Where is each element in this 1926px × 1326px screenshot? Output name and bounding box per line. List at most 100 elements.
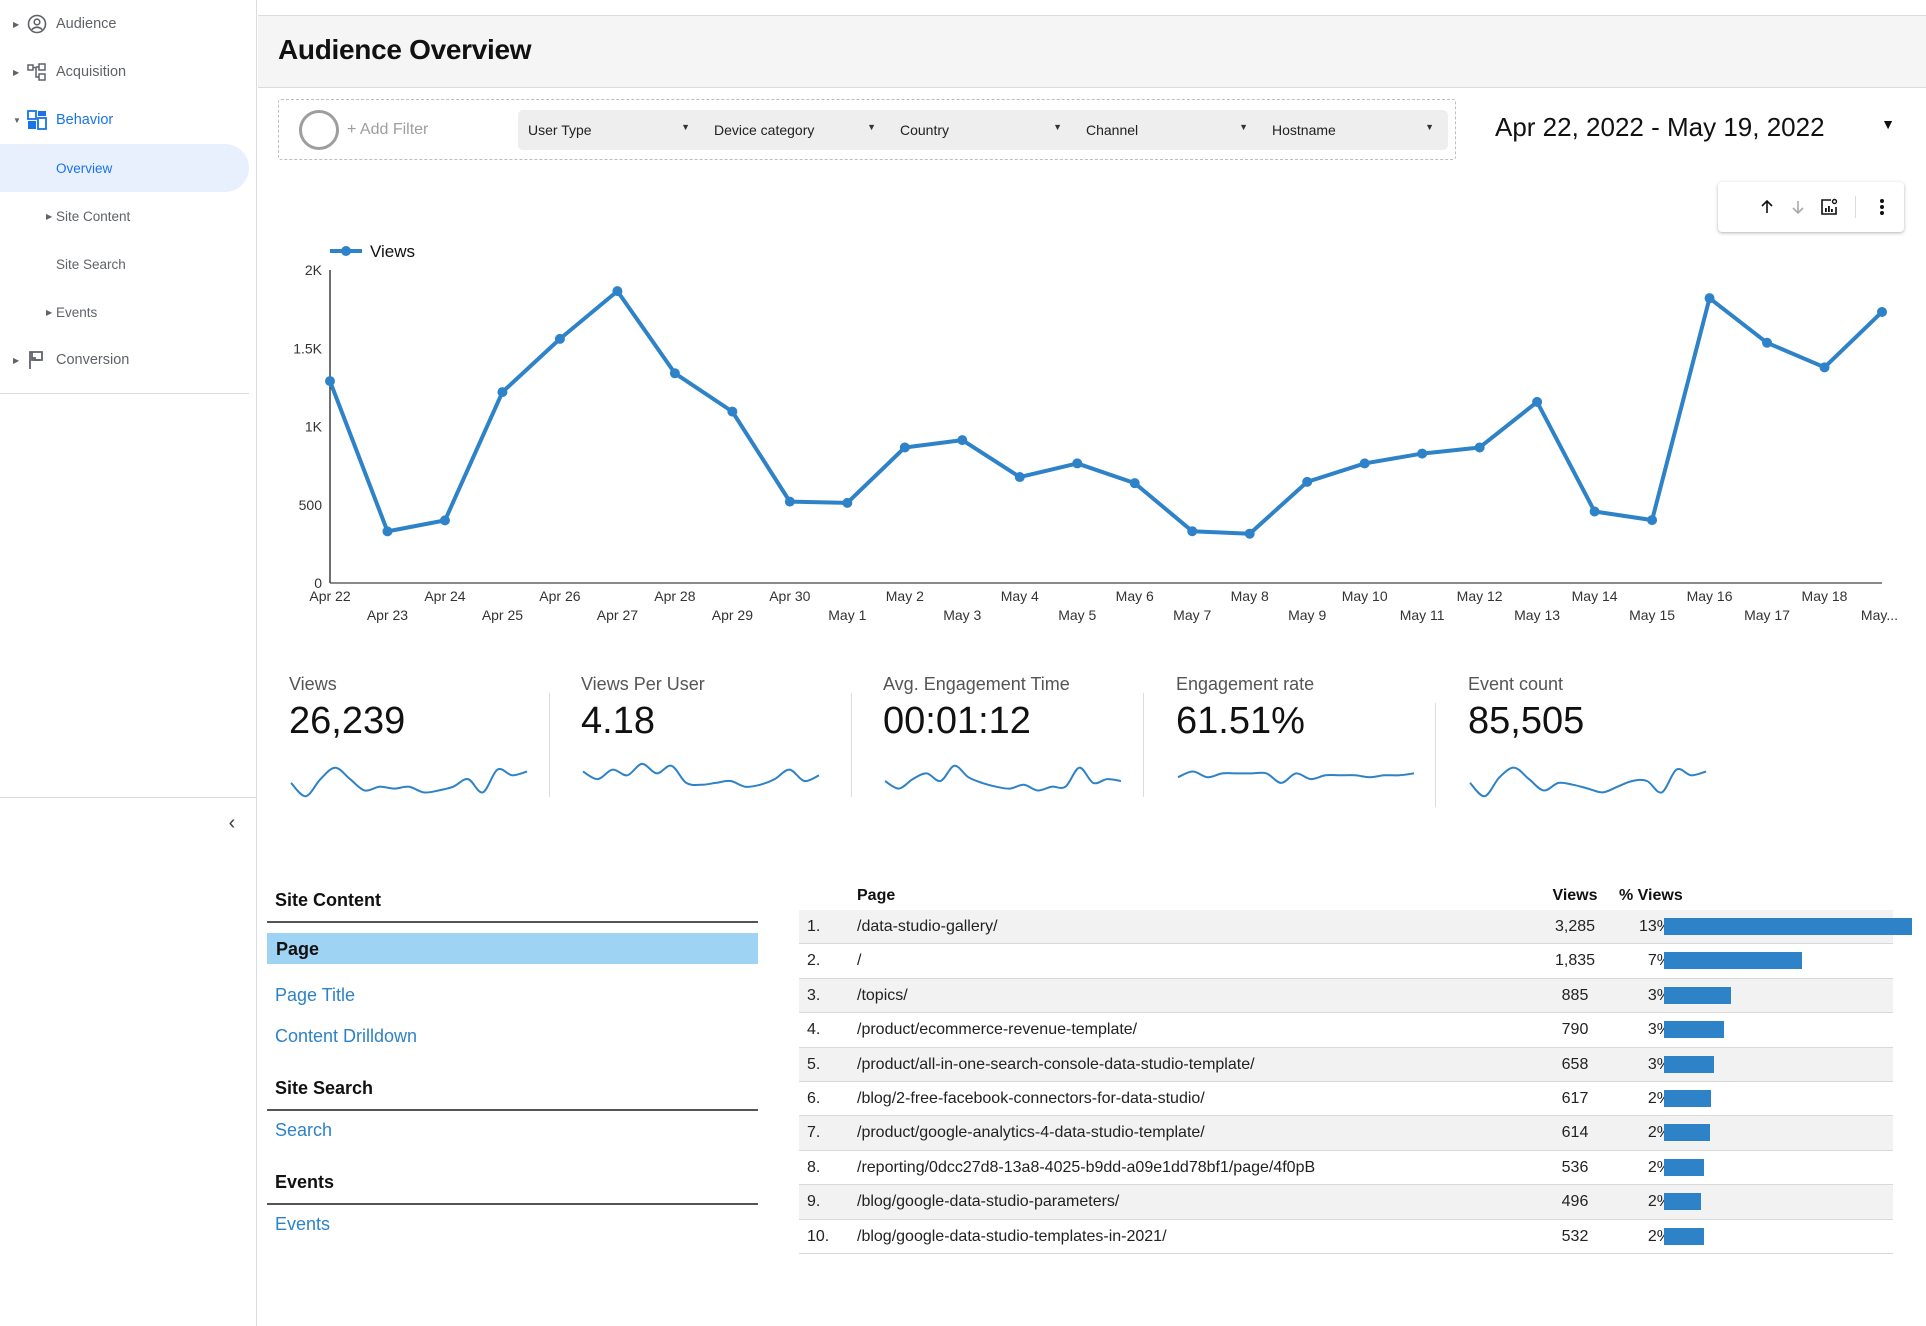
- scorecard-event-count[interactable]: Event count 85,505: [1468, 670, 1728, 820]
- collapse-sidebar-button[interactable]: ‹: [220, 811, 244, 835]
- page-path: /: [857, 952, 862, 970]
- nav-link-search[interactable]: Search: [275, 1120, 332, 1141]
- sidebar-item-audience[interactable]: ▶ Audience: [0, 0, 249, 48]
- series-views: [325, 286, 1887, 539]
- chart-settings-button[interactable]: [1817, 195, 1841, 219]
- data-point[interactable]: [1072, 458, 1083, 469]
- filter-country[interactable]: Country ▼: [890, 110, 1076, 150]
- data-point[interactable]: [382, 526, 393, 537]
- section-divider: [267, 921, 758, 923]
- data-point[interactable]: [1647, 515, 1658, 526]
- sidebar-item-label: Site Content: [56, 208, 131, 224]
- data-point[interactable]: [1359, 458, 1370, 469]
- data-point[interactable]: [439, 515, 450, 526]
- row-number: 3.: [807, 986, 821, 1004]
- column-header-pct-views[interactable]: % Views: [1619, 887, 1683, 905]
- data-point[interactable]: [1532, 396, 1543, 407]
- row-number: 10.: [807, 1227, 830, 1245]
- data-point[interactable]: [1762, 337, 1773, 348]
- sidebar-item-label: Behavior: [56, 112, 114, 128]
- data-point[interactable]: [1704, 293, 1715, 304]
- data-point[interactable]: [1014, 472, 1025, 483]
- data-point[interactable]: [1877, 306, 1887, 317]
- sidebar-item-site-search[interactable]: Site Search: [0, 240, 249, 288]
- sidebar-item-events[interactable]: ▶ Events: [0, 288, 249, 336]
- scorecard-value: 00:01:12: [883, 700, 1031, 742]
- sidebar-item-behavior[interactable]: ▼ Behavior: [0, 96, 249, 144]
- page-path: /product/all-in-one-search-console-data-…: [857, 1055, 1255, 1073]
- row-number: 8.: [807, 1158, 821, 1176]
- caret-down-icon: ▼: [13, 115, 21, 125]
- data-point[interactable]: [669, 368, 680, 379]
- table-row[interactable]: 4./product/ecommerce-revenue-template/79…: [799, 1013, 1893, 1048]
- data-point[interactable]: [1474, 442, 1485, 453]
- data-point[interactable]: [554, 333, 565, 344]
- data-point[interactable]: [842, 497, 853, 508]
- nav-link-page-title[interactable]: Page Title: [275, 985, 355, 1006]
- scorecard-divider: [1435, 703, 1436, 807]
- table-row[interactable]: 3./topics/885 3%: [799, 978, 1893, 1014]
- x-tick-label: Apr 26: [539, 588, 580, 604]
- data-point[interactable]: [325, 376, 335, 387]
- more-options-button[interactable]: [1870, 195, 1894, 219]
- data-point[interactable]: [497, 387, 508, 398]
- filter-channel[interactable]: Channel ▼: [1076, 110, 1262, 150]
- scorecard-value: 26,239: [289, 700, 406, 742]
- data-point[interactable]: [612, 286, 623, 297]
- column-header-views[interactable]: Views: [1519, 887, 1631, 905]
- sidebar-item-conversion[interactable]: ▶ Conversion: [0, 336, 249, 384]
- data-point[interactable]: [1187, 526, 1198, 537]
- data-point[interactable]: [1819, 362, 1830, 373]
- x-tick-label: May 3: [943, 607, 981, 623]
- table-row[interactable]: 2./1,835 7%: [799, 944, 1893, 979]
- table-row[interactable]: 8. /reporting/0dcc27d8-13a8-4025-b9dd-a09…: [799, 1151, 1893, 1186]
- sidebar-item-label: Events: [56, 304, 98, 320]
- pct-views-bar: [1664, 986, 1731, 1004]
- table-row[interactable]: 5. /product/all-in-one-search-console-dat…: [799, 1047, 1893, 1082]
- table-row[interactable]: 10. /blog/google-data-studio-templates-in…: [799, 1220, 1893, 1254]
- table-row[interactable]: 7. /product/google-analytics-4-data-studi…: [799, 1116, 1893, 1151]
- column-header-page[interactable]: Page: [857, 887, 895, 905]
- nav-link-content-drilldown[interactable]: Content Drilldown: [275, 1026, 417, 1047]
- filter-hostname[interactable]: Hostname ▼: [1262, 110, 1448, 150]
- sidebar-item-overview[interactable]: Overview: [0, 144, 249, 192]
- data-point[interactable]: [1417, 448, 1428, 459]
- scorecard-views-per-user[interactable]: Views Per User 4.18: [581, 670, 841, 820]
- scorecard-value: 61.51%: [1176, 700, 1305, 742]
- table-row[interactable]: 1./data-studio-gallery/3,285 13%: [799, 910, 1912, 945]
- data-point[interactable]: [727, 406, 738, 417]
- caret-down-icon: ▼: [1239, 122, 1248, 132]
- more-vert-icon: [1880, 199, 1884, 215]
- sidebar-item-label: Overview: [56, 160, 113, 176]
- sidebar-item-site-content[interactable]: ▶ Site Content: [0, 192, 249, 240]
- scorecard-views[interactable]: Views 26,239: [289, 670, 549, 820]
- data-point[interactable]: [784, 496, 795, 507]
- nav-link-events[interactable]: Events: [275, 1214, 330, 1235]
- pct-views-value: 2%: [1647, 1227, 1671, 1245]
- date-range-picker[interactable]: Apr 22, 2022 - May 19, 2022 ▼: [1495, 108, 1905, 148]
- section-divider: [267, 1203, 758, 1205]
- nav-link-page[interactable]: Page: [267, 933, 758, 964]
- data-point[interactable]: [957, 435, 968, 446]
- filter-device-category[interactable]: Device category ▼: [704, 110, 890, 150]
- data-point[interactable]: [1302, 476, 1313, 487]
- x-tick-label: May 12: [1457, 588, 1503, 604]
- scorecard-engagement-rate[interactable]: Engagement rate 61.51%: [1176, 670, 1436, 820]
- sort-descending-button[interactable]: [1786, 195, 1810, 219]
- sidebar-item-acquisition[interactable]: ▶ Acquisition: [0, 48, 249, 96]
- data-point[interactable]: [1129, 478, 1140, 489]
- scorecard-avg-engagement-time[interactable]: Avg. Engagement Time 00:01:12: [883, 670, 1143, 820]
- data-point[interactable]: [1244, 528, 1255, 539]
- row-number: 9.: [807, 1193, 821, 1211]
- pct-views-value: 7%: [1647, 952, 1671, 970]
- filter-user-type[interactable]: User Type ▼: [518, 110, 704, 150]
- data-point[interactable]: [1589, 506, 1600, 517]
- add-filter-button[interactable]: + Add Filter: [299, 110, 428, 150]
- sort-ascending-button[interactable]: [1755, 195, 1779, 219]
- chevron-left-icon: ‹: [228, 811, 236, 834]
- pct-views-value: 2%: [1647, 1124, 1671, 1142]
- table-row[interactable]: 6. /blog/2-free-facebook-connectors-for-d…: [799, 1082, 1893, 1117]
- data-point[interactable]: [899, 442, 910, 453]
- table-row[interactable]: 9./blog/google-data-studio-parameters/49…: [799, 1185, 1893, 1220]
- filter-bar: + Add Filter User Type ▼ Device category ▼…: [278, 99, 1456, 160]
